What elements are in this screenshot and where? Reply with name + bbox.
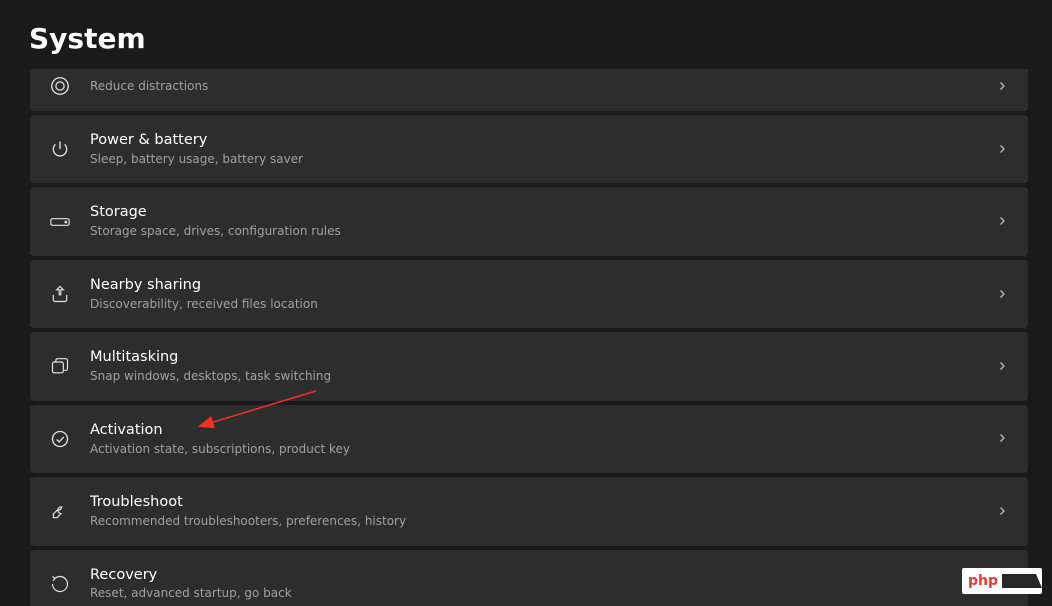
share-icon xyxy=(46,284,74,304)
chevron-right-icon xyxy=(996,77,1008,96)
chevron-right-icon xyxy=(996,502,1008,521)
settings-item-title: Nearby sharing xyxy=(90,276,996,295)
chevron-right-icon xyxy=(996,357,1008,376)
settings-item-title: Activation xyxy=(90,421,996,440)
settings-item-desc: Reduce distractions xyxy=(90,79,996,95)
storage-icon xyxy=(46,215,74,229)
settings-item-desc: Activation state, subscriptions, product… xyxy=(90,442,996,458)
recovery-icon xyxy=(46,574,74,594)
settings-item-desc: Reset, advanced startup, go back xyxy=(90,586,996,602)
settings-item-desc: Snap windows, desktops, task switching xyxy=(90,369,996,385)
settings-item-title: Recovery xyxy=(90,566,996,585)
chevron-right-icon xyxy=(996,285,1008,304)
settings-list: Reduce distractions Power & battery Slee… xyxy=(0,69,1052,606)
settings-item-title: Storage xyxy=(90,203,996,222)
settings-item-focus[interactable]: Reduce distractions xyxy=(30,69,1028,111)
settings-item-title: Multitasking xyxy=(90,348,996,367)
multitask-icon xyxy=(46,357,74,377)
settings-item-title: Troubleshoot xyxy=(90,493,996,512)
page-title: System xyxy=(0,0,1052,55)
watermark-badge: php xyxy=(962,568,1042,594)
settings-item-title: Power & battery xyxy=(90,131,996,150)
settings-item-nearby-sharing[interactable]: Nearby sharing Discoverability, received… xyxy=(30,260,1028,328)
watermark-text: php xyxy=(968,573,998,589)
power-icon xyxy=(46,139,74,159)
watermark-decor xyxy=(1002,574,1036,588)
settings-item-power[interactable]: Power & battery Sleep, battery usage, ba… xyxy=(30,115,1028,183)
chevron-right-icon xyxy=(996,429,1008,448)
settings-item-recovery[interactable]: Recovery Reset, advanced startup, go bac… xyxy=(30,550,1028,606)
chevron-right-icon xyxy=(996,212,1008,231)
settings-item-activation[interactable]: Activation Activation state, subscriptio… xyxy=(30,405,1028,473)
chevron-right-icon xyxy=(996,140,1008,159)
focus-icon xyxy=(46,75,74,97)
settings-item-troubleshoot[interactable]: Troubleshoot Recommended troubleshooters… xyxy=(30,477,1028,545)
settings-item-desc: Recommended troubleshooters, preferences… xyxy=(90,514,996,530)
settings-item-multitasking[interactable]: Multitasking Snap windows, desktops, tas… xyxy=(30,332,1028,400)
activation-icon xyxy=(46,429,74,449)
settings-item-desc: Discoverability, received files location xyxy=(90,297,996,313)
settings-item-desc: Storage space, drives, configuration rul… xyxy=(90,224,996,240)
settings-item-desc: Sleep, battery usage, battery saver xyxy=(90,152,996,168)
settings-item-storage[interactable]: Storage Storage space, drives, configura… xyxy=(30,187,1028,255)
troubleshoot-icon xyxy=(46,501,74,521)
